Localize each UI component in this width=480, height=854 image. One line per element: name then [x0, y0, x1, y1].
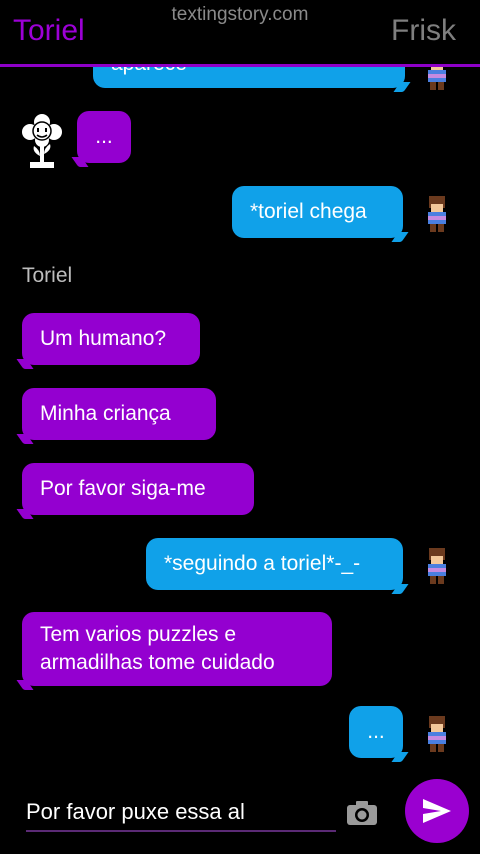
input-underline [26, 830, 336, 832]
message-input[interactable]: Por favor puxe essa al [26, 799, 245, 825]
message-bubble-left: ... [77, 111, 131, 163]
message-bubble-left: Por favor siga-me [22, 463, 254, 515]
frisk-avatar-icon [428, 196, 446, 232]
message-bubble-left: Tem varios puzzles e armadilhas tome cui… [22, 612, 332, 686]
camera-icon[interactable] [346, 800, 378, 826]
send-button[interactable] [405, 779, 469, 843]
send-icon [423, 799, 451, 823]
flower-avatar-icon [22, 114, 62, 168]
frisk-avatar-icon [428, 716, 446, 752]
message-bubble-right: *toriel chega [232, 186, 403, 238]
contact-name-right[interactable]: Frisk [391, 14, 456, 48]
message-bubble-left: Minha criança [22, 388, 216, 440]
sender-name: Toriel [22, 264, 73, 287]
frisk-avatar-icon [428, 548, 446, 584]
header-divider [0, 64, 480, 67]
chat-header: Toriel textingstory.com Frisk [0, 0, 480, 64]
message-bubble-left: Um humano? [22, 313, 200, 365]
message-bubble-right: *seguindo a toriel*-_- [146, 538, 403, 590]
message-bubble-right: ... [349, 706, 403, 758]
